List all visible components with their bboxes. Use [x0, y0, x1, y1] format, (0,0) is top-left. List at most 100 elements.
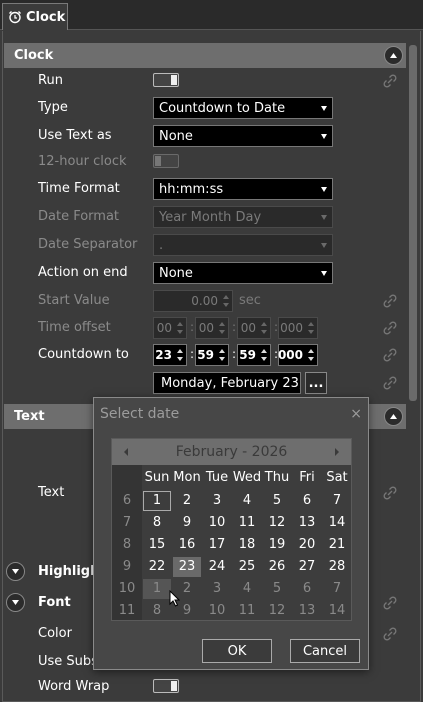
link-icon[interactable] — [383, 74, 397, 88]
calendar-day[interactable]: 28 — [323, 557, 351, 577]
time-offset-hours[interactable]: 00 — [153, 317, 187, 339]
calendar-day[interactable]: 1 — [143, 491, 171, 511]
colon: : — [232, 320, 237, 334]
calendar-day[interactable]: 10 — [203, 601, 231, 621]
expand-icon[interactable] — [6, 562, 25, 581]
calendar-day[interactable]: 6 — [293, 579, 321, 599]
calendar-day[interactable]: 5 — [263, 579, 291, 599]
link-icon[interactable] — [383, 627, 397, 641]
calendar-day[interactable]: 17 — [203, 535, 231, 555]
calendar-day[interactable]: 22 — [143, 557, 171, 577]
calendar-day[interactable]: 3 — [203, 491, 231, 511]
countdown-ms[interactable]: 000 — [278, 344, 318, 366]
calendar-day[interactable]: 11 — [233, 513, 261, 533]
calendar-day[interactable]: 13 — [293, 513, 321, 533]
vertical-scrollbar[interactable] — [409, 45, 417, 401]
calendar-day[interactable]: 27 — [293, 557, 321, 577]
row-start-value: Start Value 0.00 sec — [0, 288, 406, 314]
spinner-icon[interactable] — [218, 347, 226, 363]
calendar-day[interactable]: 12 — [263, 513, 291, 533]
link-icon[interactable] — [383, 348, 397, 362]
spinner-icon[interactable] — [260, 320, 268, 336]
type-dropdown[interactable]: Countdown to Date — [153, 97, 333, 119]
month-year-label[interactable]: February - 2026 — [176, 444, 288, 460]
calendar-day[interactable]: 16 — [173, 535, 201, 555]
text-label: Text — [38, 485, 65, 500]
calendar-day[interactable]: 13 — [293, 601, 321, 621]
date-separator-dropdown[interactable]: . — [153, 234, 333, 256]
time-format-label: Time Format — [38, 181, 120, 196]
calendar-day[interactable]: 15 — [143, 535, 171, 555]
close-icon[interactable]: × — [350, 406, 362, 422]
expand-icon[interactable] — [6, 593, 25, 612]
countdown-hours[interactable]: 23 — [153, 344, 187, 366]
calendar-day[interactable]: 14 — [323, 513, 351, 533]
time-offset-seconds[interactable]: 00 — [237, 317, 271, 339]
calendar-day[interactable]: 20 — [293, 535, 321, 555]
spinner-icon[interactable] — [176, 347, 184, 363]
time-format-dropdown[interactable]: hh:mm:ss — [153, 178, 333, 200]
calendar-day[interactable]: 12 — [263, 601, 291, 621]
spinner-icon[interactable] — [307, 347, 315, 363]
calendar-day[interactable]: 8 — [143, 601, 171, 621]
spinner-icon[interactable] — [222, 293, 230, 309]
word-wrap-toggle[interactable] — [153, 679, 179, 693]
link-icon[interactable] — [383, 596, 397, 610]
collapse-icon[interactable] — [384, 46, 403, 65]
countdown-minutes[interactable]: 59 — [195, 344, 229, 366]
spinner-icon[interactable] — [176, 320, 184, 336]
calendar-day[interactable]: 8 — [143, 513, 171, 533]
date-picker-button[interactable]: ... — [305, 372, 327, 394]
calendar-day[interactable]: 6 — [293, 491, 321, 511]
start-value-input[interactable]: 0.00 — [153, 290, 233, 312]
chevron-left-icon[interactable] — [124, 448, 128, 456]
calendar-day[interactable]: 25 — [233, 557, 261, 577]
calendar-day[interactable]: 10 — [203, 513, 231, 533]
ok-button[interactable]: OK — [202, 639, 272, 663]
calendar-day[interactable]: 21 — [323, 535, 351, 555]
cancel-button[interactable]: Cancel — [290, 639, 360, 663]
action-on-end-dropdown[interactable]: None — [153, 262, 333, 284]
date-separator-label: Date Separator — [38, 237, 138, 252]
section-header-clock[interactable]: Clock — [4, 43, 406, 68]
scroll-thumb[interactable] — [409, 45, 417, 401]
link-icon[interactable] — [383, 376, 397, 390]
calendar-day[interactable]: 7 — [323, 491, 351, 511]
countdown-seconds[interactable]: 59 — [237, 344, 271, 366]
12-hour-clock-toggle[interactable] — [153, 154, 179, 168]
calendar-day[interactable]: 3 — [203, 579, 231, 599]
spinner-icon[interactable] — [307, 320, 315, 336]
calendar-day[interactable]: 14 — [323, 601, 351, 621]
calendar-day[interactable]: 4 — [233, 491, 261, 511]
run-toggle[interactable] — [153, 73, 179, 87]
link-icon[interactable] — [383, 486, 397, 500]
calendar-day[interactable]: 19 — [263, 535, 291, 555]
calendar-day[interactable]: 23 — [173, 557, 201, 577]
link-icon[interactable] — [383, 294, 397, 308]
spinner-icon[interactable] — [260, 347, 268, 363]
calendar-day[interactable]: 9 — [173, 513, 201, 533]
time-offset-ms[interactable]: 000 — [278, 317, 318, 339]
collapse-icon[interactable] — [384, 407, 403, 426]
calendar-day[interactable]: 7 — [323, 579, 351, 599]
calendar-header: February - 2026 — [112, 439, 351, 465]
calendar-day[interactable]: 2 — [173, 491, 201, 511]
calendar-day[interactable]: 4 — [233, 579, 261, 599]
calendar-day[interactable]: 18 — [233, 535, 261, 555]
time-offset-minutes[interactable]: 00 — [195, 317, 229, 339]
tab-clock[interactable]: Clock — [2, 3, 68, 30]
chevron-right-icon[interactable] — [335, 448, 339, 456]
calendar-day[interactable]: 5 — [263, 491, 291, 511]
use-text-as-dropdown[interactable]: None — [153, 125, 333, 147]
spinner-icon[interactable] — [218, 320, 226, 336]
link-icon[interactable] — [383, 321, 397, 335]
row-action-on-end: Action on end None — [0, 260, 406, 286]
date-format-dropdown[interactable]: Year Month Day — [153, 206, 333, 228]
calendar-day[interactable]: 26 — [263, 557, 291, 577]
calendar-day[interactable]: 24 — [203, 557, 231, 577]
font-label: Font — [38, 595, 71, 610]
select-date-dialog: Select date × February - 2026 Sun Mon Tue W… — [93, 397, 369, 670]
countdown-date-field[interactable]: Monday, February 23, — [153, 372, 301, 394]
calendar-day[interactable]: 11 — [233, 601, 261, 621]
calendar-day[interactable]: 1 — [143, 579, 171, 599]
